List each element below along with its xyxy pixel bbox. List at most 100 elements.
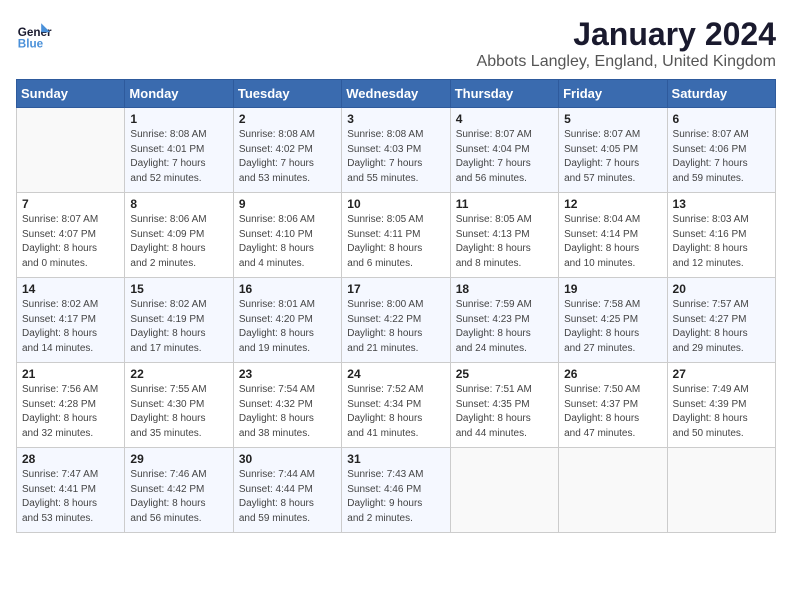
day-info: Sunrise: 8:01 AM Sunset: 4:20 PM Dayligh…: [239, 298, 336, 356]
day-cell: 7 Sunrise: 8:07 AM Sunset: 4:07 PM Daylig…: [17, 193, 125, 278]
day-info: Sunrise: 8:05 AM Sunset: 4:11 PM Dayligh…: [347, 213, 444, 271]
day-number: 20: [673, 282, 770, 296]
day-cell: 12 Sunrise: 8:04 AM Sunset: 4:14 PM Dayli…: [559, 193, 667, 278]
day-cell: 13 Sunrise: 8:03 AM Sunset: 4:16 PM Dayli…: [667, 193, 775, 278]
day-cell: 4 Sunrise: 8:07 AM Sunset: 4:04 PM Daylig…: [450, 108, 558, 193]
day-cell: 17Sunrise: 8:00 AM Sunset: 4:22 PM Dayli…: [342, 278, 450, 363]
day-info: Sunrise: 7:56 AM Sunset: 4:28 PM Dayligh…: [22, 383, 119, 441]
day-cell: [450, 448, 558, 533]
day-number: 9: [239, 197, 336, 211]
day-number: 18: [456, 282, 553, 296]
day-info: Sunrise: 7:51 AM Sunset: 4:35 PM Dayligh…: [456, 383, 553, 441]
calendar-header-row: SundayMondayTuesdayWednesdayThursdayFrid…: [17, 80, 776, 108]
day-number: 11: [456, 197, 553, 211]
logo-icon: General Blue: [16, 16, 52, 52]
day-info: Sunrise: 8:07 AM Sunset: 4:04 PM Dayligh…: [456, 128, 553, 186]
location-subtitle: Abbots Langley, England, United Kingdom: [477, 53, 776, 71]
day-cell: 6 Sunrise: 8:07 AM Sunset: 4:06 PM Daylig…: [667, 108, 775, 193]
day-info: Sunrise: 7:46 AM Sunset: 4:42 PM Dayligh…: [130, 468, 227, 526]
day-info: Sunrise: 7:54 AM Sunset: 4:32 PM Dayligh…: [239, 383, 336, 441]
day-cell: 24Sunrise: 7:52 AM Sunset: 4:34 PM Dayli…: [342, 363, 450, 448]
day-number: 30: [239, 452, 336, 466]
day-cell: [17, 108, 125, 193]
day-cell: 29 Sunrise: 7:46 AM Sunset: 4:42 PM Dayli…: [125, 448, 233, 533]
day-info: Sunrise: 8:06 AM Sunset: 4:09 PM Dayligh…: [130, 213, 227, 271]
header-sunday: Sunday: [17, 80, 125, 108]
day-cell: 26 Sunrise: 7:50 AM Sunset: 4:37 PM Dayli…: [559, 363, 667, 448]
title-block: January 2024 Abbots Langley, England, Un…: [477, 16, 776, 71]
day-number: 6: [673, 112, 770, 126]
day-number: 21: [22, 367, 119, 381]
day-number: 28: [22, 452, 119, 466]
day-cell: 27 Sunrise: 7:49 AM Sunset: 4:39 PM Dayli…: [667, 363, 775, 448]
week-row-4: 21 Sunrise: 7:56 AM Sunset: 4:28 PM Dayli…: [17, 363, 776, 448]
day-number: 10: [347, 197, 444, 211]
day-info: Sunrise: 8:02 AM Sunset: 4:17 PM Dayligh…: [22, 298, 119, 356]
week-row-1: 1Sunrise: 8:08 AM Sunset: 4:01 PM Daylig…: [17, 108, 776, 193]
day-info: Sunrise: 8:06 AM Sunset: 4:10 PM Dayligh…: [239, 213, 336, 271]
day-info: Sunrise: 7:43 AM Sunset: 4:46 PM Dayligh…: [347, 468, 444, 526]
calendar-body: 1Sunrise: 8:08 AM Sunset: 4:01 PM Daylig…: [17, 108, 776, 533]
day-info: Sunrise: 8:07 AM Sunset: 4:05 PM Dayligh…: [564, 128, 661, 186]
day-info: Sunrise: 7:47 AM Sunset: 4:41 PM Dayligh…: [22, 468, 119, 526]
month-title: January 2024: [477, 16, 776, 53]
day-cell: 14 Sunrise: 8:02 AM Sunset: 4:17 PM Dayli…: [17, 278, 125, 363]
day-info: Sunrise: 8:07 AM Sunset: 4:06 PM Dayligh…: [673, 128, 770, 186]
day-cell: 16 Sunrise: 8:01 AM Sunset: 4:20 PM Dayli…: [233, 278, 341, 363]
day-number: 5: [564, 112, 661, 126]
day-info: Sunrise: 7:55 AM Sunset: 4:30 PM Dayligh…: [130, 383, 227, 441]
page-header: General Blue January 2024 Abbots Langley…: [16, 16, 776, 71]
day-cell: 23 Sunrise: 7:54 AM Sunset: 4:32 PM Dayli…: [233, 363, 341, 448]
day-info: Sunrise: 8:08 AM Sunset: 4:02 PM Dayligh…: [239, 128, 336, 186]
day-cell: 15Sunrise: 8:02 AM Sunset: 4:19 PM Dayli…: [125, 278, 233, 363]
day-number: 26: [564, 367, 661, 381]
day-cell: 9 Sunrise: 8:06 AM Sunset: 4:10 PM Daylig…: [233, 193, 341, 278]
day-cell: 28 Sunrise: 7:47 AM Sunset: 4:41 PM Dayli…: [17, 448, 125, 533]
day-info: Sunrise: 8:03 AM Sunset: 4:16 PM Dayligh…: [673, 213, 770, 271]
day-info: Sunrise: 8:04 AM Sunset: 4:14 PM Dayligh…: [564, 213, 661, 271]
week-row-5: 28 Sunrise: 7:47 AM Sunset: 4:41 PM Dayli…: [17, 448, 776, 533]
day-number: 3: [347, 112, 444, 126]
header-monday: Monday: [125, 80, 233, 108]
header-wednesday: Wednesday: [342, 80, 450, 108]
day-cell: 1Sunrise: 8:08 AM Sunset: 4:01 PM Daylig…: [125, 108, 233, 193]
day-cell: 25 Sunrise: 7:51 AM Sunset: 4:35 PM Dayli…: [450, 363, 558, 448]
day-number: 23: [239, 367, 336, 381]
day-info: Sunrise: 7:59 AM Sunset: 4:23 PM Dayligh…: [456, 298, 553, 356]
logo: General Blue: [16, 16, 52, 52]
header-friday: Friday: [559, 80, 667, 108]
day-number: 25: [456, 367, 553, 381]
day-number: 29: [130, 452, 227, 466]
day-info: Sunrise: 8:05 AM Sunset: 4:13 PM Dayligh…: [456, 213, 553, 271]
day-number: 7: [22, 197, 119, 211]
day-info: Sunrise: 8:02 AM Sunset: 4:19 PM Dayligh…: [130, 298, 227, 356]
calendar-table: SundayMondayTuesdayWednesdayThursdayFrid…: [16, 79, 776, 533]
day-number: 16: [239, 282, 336, 296]
day-cell: 8 Sunrise: 8:06 AM Sunset: 4:09 PM Daylig…: [125, 193, 233, 278]
day-info: Sunrise: 7:44 AM Sunset: 4:44 PM Dayligh…: [239, 468, 336, 526]
day-cell: 2Sunrise: 8:08 AM Sunset: 4:02 PM Daylig…: [233, 108, 341, 193]
day-cell: [559, 448, 667, 533]
week-row-2: 7 Sunrise: 8:07 AM Sunset: 4:07 PM Daylig…: [17, 193, 776, 278]
day-info: Sunrise: 8:07 AM Sunset: 4:07 PM Dayligh…: [22, 213, 119, 271]
day-number: 4: [456, 112, 553, 126]
day-number: 8: [130, 197, 227, 211]
day-number: 14: [22, 282, 119, 296]
day-info: Sunrise: 8:00 AM Sunset: 4:22 PM Dayligh…: [347, 298, 444, 356]
day-info: Sunrise: 8:08 AM Sunset: 4:03 PM Dayligh…: [347, 128, 444, 186]
day-number: 27: [673, 367, 770, 381]
header-thursday: Thursday: [450, 80, 558, 108]
day-cell: 31 Sunrise: 7:43 AM Sunset: 4:46 PM Dayli…: [342, 448, 450, 533]
day-cell: 30 Sunrise: 7:44 AM Sunset: 4:44 PM Dayli…: [233, 448, 341, 533]
header-tuesday: Tuesday: [233, 80, 341, 108]
day-number: 13: [673, 197, 770, 211]
day-info: Sunrise: 7:50 AM Sunset: 4:37 PM Dayligh…: [564, 383, 661, 441]
day-cell: 10 Sunrise: 8:05 AM Sunset: 4:11 PM Dayli…: [342, 193, 450, 278]
day-cell: 22Sunrise: 7:55 AM Sunset: 4:30 PM Dayli…: [125, 363, 233, 448]
week-row-3: 14 Sunrise: 8:02 AM Sunset: 4:17 PM Dayli…: [17, 278, 776, 363]
day-number: 31: [347, 452, 444, 466]
day-info: Sunrise: 7:52 AM Sunset: 4:34 PM Dayligh…: [347, 383, 444, 441]
day-cell: 20Sunrise: 7:57 AM Sunset: 4:27 PM Dayli…: [667, 278, 775, 363]
day-number: 12: [564, 197, 661, 211]
day-info: Sunrise: 7:49 AM Sunset: 4:39 PM Dayligh…: [673, 383, 770, 441]
